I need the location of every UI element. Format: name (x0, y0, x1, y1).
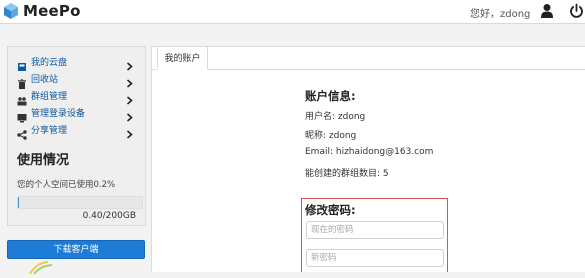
tab-my-account[interactable]: 我的账户 (157, 46, 208, 70)
sidebar: 我的云盘 回收站 群组管理 管理登录设备 分享管 (7, 46, 146, 226)
top-bar: MeePo 您好，zdong (0, 0, 585, 24)
sidebar-item-label: 分享管理 (31, 123, 67, 136)
download-client-button[interactable]: 下载客户端 (7, 240, 145, 259)
power-icon[interactable] (569, 3, 584, 19)
chevron-right-icon (126, 56, 133, 65)
meepo-logo-icon (2, 2, 20, 20)
account-info-title: 账户信息: (305, 88, 356, 104)
sidebar-item-label: 管理登录设备 (31, 106, 85, 119)
sidebar-item-label: 群组管理 (31, 89, 67, 102)
chevron-right-icon (126, 124, 133, 133)
account-email: Email: hizhaidong@163.com (305, 147, 433, 157)
app-logo[interactable]: MeePo (2, 2, 81, 20)
chevron-right-icon (126, 73, 133, 82)
usage-progress-bar (17, 196, 143, 209)
sidebar-item-label: 回收站 (31, 72, 58, 85)
sidebar-item-cloud-drive[interactable]: 我的云盘 (8, 53, 145, 70)
account-nickname: 昵称: zdong (305, 128, 356, 141)
tab-divider (151, 69, 585, 70)
group-icon (17, 91, 27, 101)
user-greeting: 您好，zdong (470, 5, 530, 20)
usage-amount: 0.40/200GB (83, 211, 136, 221)
new-password-input[interactable] (306, 249, 444, 267)
current-password-input[interactable] (306, 221, 444, 239)
user-icon[interactable] (540, 3, 554, 19)
device-icon (17, 108, 27, 118)
cloud-drive-icon (17, 57, 27, 67)
sidebar-item-trash[interactable]: 回收站 (8, 70, 145, 87)
usage-title: 使用情况 (17, 149, 69, 168)
change-password-title: 修改密码: (305, 202, 356, 218)
sidebar-item-devices[interactable]: 管理登录设备 (8, 104, 145, 121)
share-icon (17, 125, 27, 135)
sidebar-item-groups[interactable]: 群组管理 (8, 87, 145, 104)
sidebar-item-share[interactable]: 分享管理 (8, 121, 145, 138)
account-username: 用户名: zdong (305, 109, 365, 122)
chevron-right-icon (126, 90, 133, 99)
chevron-right-icon (126, 107, 133, 116)
trash-icon (17, 74, 27, 84)
usage-text: 您的个人空间已使用0.2% (17, 178, 115, 190)
sidebar-item-label: 我的云盘 (31, 55, 67, 68)
decorative-swoosh-icon (28, 259, 58, 272)
app-name: MeePo (23, 2, 81, 20)
account-group-limit: 能创建的群组数目: 5 (305, 166, 389, 179)
